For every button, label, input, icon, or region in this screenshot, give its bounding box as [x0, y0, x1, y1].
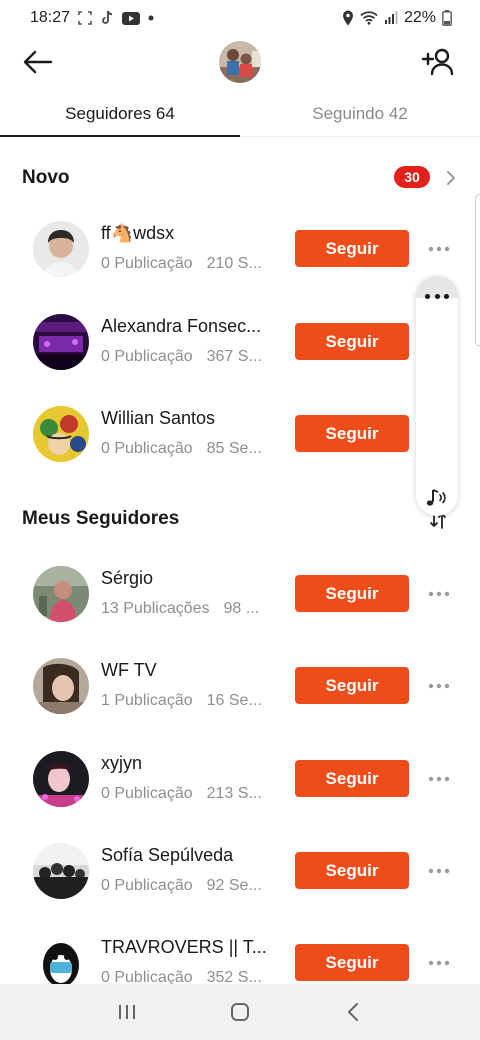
battery-icon: [442, 10, 452, 26]
followers-count: 213 S...: [206, 785, 262, 802]
user-stats: 1 Publicação 16 Se...: [101, 692, 273, 710]
avatar[interactable]: [33, 566, 89, 622]
back-button[interactable]: [18, 44, 58, 80]
status-time: 18:27: [30, 9, 71, 26]
tabs: Seguidores 64 Seguindo 42: [0, 92, 480, 137]
section-new-header[interactable]: Novo 30: [0, 158, 480, 198]
add-user-button[interactable]: [418, 44, 458, 80]
user-name: xyjyn: [101, 753, 143, 773]
tiktok-icon: [100, 10, 114, 26]
follow-button[interactable]: Seguir: [295, 415, 409, 452]
posts-count: 1 Publicação: [101, 692, 193, 709]
follow-button[interactable]: Seguir: [295, 944, 409, 981]
user-name: Sérgio: [101, 568, 154, 588]
list-item[interactable]: Sofía Sepúlveda 0 Publicação 92 Se... Seg…: [0, 825, 480, 917]
more-options-icon[interactable]: [426, 770, 452, 788]
posts-count: 0 Publicação: [101, 440, 193, 457]
list-item[interactable]: Willian Santos 0 Publicação 85 Se... Segu…: [0, 388, 480, 480]
follow-button[interactable]: Seguir: [295, 852, 409, 889]
user-name: Willian Santos: [101, 408, 216, 428]
follow-button[interactable]: Seguir: [295, 230, 409, 267]
user-name: TRAVROVERS || T...: [101, 937, 267, 957]
avatar[interactable]: [33, 935, 89, 991]
add-user-icon: [421, 48, 454, 76]
followers-count: 210 S...: [206, 255, 262, 272]
follow-button[interactable]: Seguir: [295, 760, 409, 797]
section-followers-title: Meus Seguidores: [22, 508, 180, 529]
panel-more-icon[interactable]: [425, 288, 449, 304]
avatar[interactable]: [33, 751, 89, 807]
list-item[interactable]: Alexandra Fonsec... 0 Publicação 367 S...…: [0, 296, 480, 388]
user-stats: 0 Publicação 210 S...: [101, 255, 273, 273]
followers-count: 92 Se...: [206, 877, 262, 894]
posts-count: 0 Publicação: [101, 348, 193, 365]
signal-icon: [384, 11, 398, 25]
avatar[interactable]: [33, 314, 89, 370]
battery-percent: 22%: [403, 9, 436, 26]
user-stats: 0 Publicação 213 S...: [101, 785, 273, 803]
followers-count: 98 ...: [223, 600, 260, 617]
user-name: ff🐴wdsx: [101, 223, 175, 243]
more-options-icon[interactable]: [426, 585, 452, 603]
list-item[interactable]: xyjyn 0 Publicação 213 S... Seguir: [0, 733, 480, 825]
section-new-title: Novo: [22, 167, 70, 188]
followers-count: 85 Se...: [206, 440, 262, 457]
music-note-icon[interactable]: [423, 486, 451, 510]
system-nav-bar: [0, 984, 480, 1040]
list-item[interactable]: ff🐴wdsx 0 Publicação 210 S... Seguir: [0, 203, 480, 295]
user-stats: 13 Publicações 98 ...: [101, 600, 273, 618]
location-icon: [342, 10, 354, 26]
posts-count: 0 Publicação: [101, 877, 193, 894]
user-stats: 0 Publicação 367 S...: [101, 348, 273, 366]
avatar[interactable]: [33, 221, 89, 277]
more-options-icon[interactable]: [426, 954, 452, 972]
posts-count: 13 Publicações: [101, 600, 210, 617]
more-options-icon[interactable]: [426, 862, 452, 880]
profile-avatar[interactable]: [219, 41, 261, 83]
user-name: Alexandra Fonsec...: [101, 316, 262, 336]
follow-button[interactable]: Seguir: [295, 575, 409, 612]
followers-count: 367 S...: [206, 348, 262, 365]
follow-button[interactable]: Seguir: [295, 323, 409, 360]
list-item[interactable]: WF TV 1 Publicação 16 Se... Seguir: [0, 640, 480, 732]
recent-apps-icon[interactable]: [107, 992, 147, 1032]
floating-panel[interactable]: [416, 276, 458, 516]
chevron-right-icon[interactable]: [444, 166, 458, 190]
follow-button[interactable]: Seguir: [295, 667, 409, 704]
user-name: WF TV: [101, 660, 157, 680]
screenshot-frame-icon: [78, 11, 92, 25]
status-bar: 18:27 22%: [0, 0, 480, 36]
notification-dot-icon: [148, 15, 154, 21]
posts-count: 0 Publicação: [101, 255, 193, 272]
arrow-left-icon: [23, 50, 53, 74]
user-name: Sofía Sepúlveda: [101, 845, 234, 865]
list-item[interactable]: Sérgio 13 Publicações 98 ... Seguir: [0, 548, 480, 640]
home-icon[interactable]: [220, 992, 260, 1032]
section-followers-header: Meus Seguidores: [0, 499, 480, 539]
wifi-icon: [360, 11, 378, 25]
user-stats: 0 Publicação 85 Se...: [101, 440, 273, 458]
avatar[interactable]: [33, 406, 89, 462]
user-stats: 0 Publicação 92 Se...: [101, 877, 273, 895]
more-options-icon[interactable]: [426, 677, 452, 695]
tab-followers[interactable]: Seguidores 64: [0, 92, 240, 137]
edge-scroll-handle[interactable]: [475, 194, 480, 346]
back-nav-icon[interactable]: [333, 992, 373, 1032]
tab-following[interactable]: Seguindo 42: [240, 92, 480, 136]
more-options-icon[interactable]: [426, 240, 452, 258]
avatar[interactable]: [33, 843, 89, 899]
new-count-badge: 30: [394, 166, 430, 188]
top-bar: [0, 36, 480, 88]
youtube-icon: [122, 11, 141, 25]
posts-count: 0 Publicação: [101, 785, 193, 802]
followers-count: 16 Se...: [206, 692, 262, 709]
avatar[interactable]: [33, 658, 89, 714]
